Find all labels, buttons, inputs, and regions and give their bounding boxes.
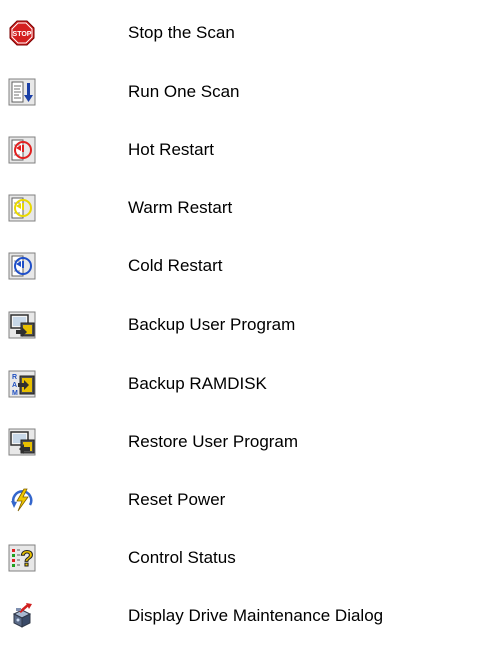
svg-text:?: ? xyxy=(20,546,33,571)
legend-label: Backup RAMDISK xyxy=(128,374,267,393)
legend-label: Hot Restart xyxy=(128,140,214,159)
legend-row-run-one-scan: Run One Scan xyxy=(0,72,494,112)
svg-text:A: A xyxy=(12,382,17,389)
legend-label: Reset Power xyxy=(128,490,226,509)
hot-restart-icon[interactable] xyxy=(8,136,36,164)
svg-text:R: R xyxy=(12,374,17,381)
legend-label: Run One Scan xyxy=(128,82,240,101)
legend-label: Restore User Program xyxy=(128,432,299,451)
legend-row-stop-scan: STOP Stop the Scan xyxy=(0,13,494,53)
restore-user-program-icon[interactable] xyxy=(8,428,36,456)
svg-text:M: M xyxy=(12,390,18,397)
backup-ramdisk-icon[interactable]: R A M xyxy=(8,370,36,398)
legend-label: Control Status xyxy=(128,548,236,567)
legend-label: Stop the Scan xyxy=(128,23,235,42)
legend-row-reset-power: Reset Power xyxy=(0,480,494,520)
reset-power-icon[interactable] xyxy=(8,486,36,514)
toolbar-command-legend: STOP Stop the Scan Run One Scan Hot Rest… xyxy=(0,0,494,657)
legend-row-warm-restart: Warm Restart xyxy=(0,188,494,228)
control-status-icon[interactable]: ? xyxy=(8,544,36,572)
legend-label: Display Drive Maintenance Dialog xyxy=(128,606,384,625)
legend-row-control-status: ? Control Status xyxy=(0,538,494,578)
legend-row-drive-maintenance: Display Drive Maintenance Dialog xyxy=(0,596,494,636)
legend-label: Cold Restart xyxy=(128,256,223,275)
legend-row-backup-ramdisk: R A M Backup RAMDISK xyxy=(0,364,494,404)
drive-maintenance-icon[interactable] xyxy=(8,602,36,630)
legend-row-restore-user-program: Restore User Program xyxy=(0,422,494,462)
legend-label: Warm Restart xyxy=(128,198,233,217)
stop-sign-icon[interactable]: STOP xyxy=(8,19,36,47)
run-one-scan-icon[interactable] xyxy=(8,78,36,106)
legend-label: Backup User Program xyxy=(128,315,296,334)
cold-restart-icon[interactable] xyxy=(8,252,36,280)
legend-row-cold-restart: Cold Restart xyxy=(0,246,494,286)
stop-text: STOP xyxy=(13,31,32,38)
legend-row-backup-user-program: Backup User Program xyxy=(0,305,494,345)
legend-row-hot-restart: Hot Restart xyxy=(0,130,494,170)
warm-restart-icon[interactable] xyxy=(8,194,36,222)
backup-user-program-icon[interactable] xyxy=(8,311,36,339)
